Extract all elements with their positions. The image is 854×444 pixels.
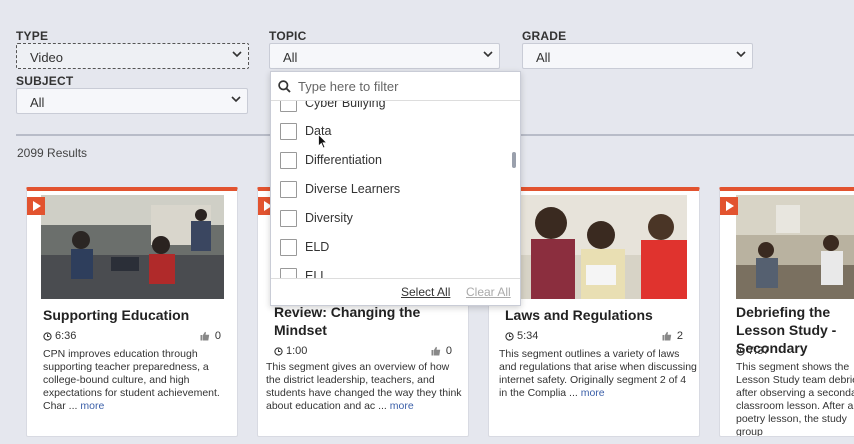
- topic-label: TOPIC: [269, 29, 307, 43]
- dropdown-scrollbar[interactable]: [512, 152, 516, 168]
- card-description: This segment shows the Lesson Study team…: [736, 361, 854, 437]
- topic-dropdown: Type here to filter Cyber Bullying Data …: [270, 71, 521, 306]
- play-icon: [720, 197, 738, 215]
- video-thumbnail[interactable]: [41, 195, 224, 299]
- subject-select[interactable]: All: [16, 88, 248, 114]
- card-likes[interactable]: 2: [662, 330, 683, 342]
- results-count: 2099 Results: [17, 146, 88, 160]
- topic-options-list[interactable]: Cyber Bullying Data Differentiation Dive…: [271, 101, 507, 279]
- card-title[interactable]: Supporting Education: [43, 306, 237, 324]
- grade-label: GRADE: [522, 29, 567, 43]
- likes-count: 0: [445, 345, 452, 357]
- video-card[interactable]: Debriefing the Lesson Study - Secondary …: [719, 187, 854, 437]
- topic-select-value: All: [283, 50, 298, 65]
- checkbox[interactable]: [280, 180, 297, 198]
- card-title[interactable]: Laws and Regulations: [505, 306, 699, 324]
- video-card[interactable]: Supporting Education 6:36 0 CPN improves…: [26, 187, 238, 437]
- type-select[interactable]: Video: [16, 43, 249, 69]
- card-duration: 5:34: [505, 330, 538, 342]
- description-text: This segment gives an overview of how th…: [266, 361, 462, 412]
- subject-label: SUBJECT: [16, 74, 74, 88]
- topic-select[interactable]: All: [269, 43, 500, 69]
- likes-count: 0: [214, 330, 221, 342]
- play-icon: [27, 197, 45, 215]
- checkbox[interactable]: [280, 151, 297, 169]
- clock-icon: [505, 331, 514, 341]
- clock-icon: [43, 331, 52, 341]
- topic-option[interactable]: Diversity: [280, 208, 353, 228]
- likes-count: 2: [676, 330, 683, 342]
- option-label: Diversity: [305, 211, 353, 225]
- checkbox[interactable]: [280, 101, 297, 112]
- select-all-link[interactable]: Select All: [401, 285, 450, 299]
- more-link[interactable]: more: [581, 387, 605, 399]
- grade-select-value: All: [536, 50, 551, 65]
- filter-placeholder: Type here to filter: [298, 78, 399, 94]
- topic-option[interactable]: Diverse Learners: [280, 179, 400, 199]
- checkbox[interactable]: [280, 122, 297, 140]
- checkbox[interactable]: [280, 238, 297, 256]
- description-text: This segment shows the Lesson Study team…: [736, 361, 854, 437]
- video-thumbnail[interactable]: [736, 195, 854, 299]
- clear-all-link[interactable]: Clear All: [466, 285, 511, 299]
- topic-option[interactable]: Differentiation: [280, 150, 382, 170]
- card-description: CPN improves education through supportin…: [43, 348, 233, 413]
- duration-text: 5:34: [517, 330, 539, 342]
- card-title[interactable]: Review: Changing the Mindset: [274, 303, 468, 339]
- option-label: ELD: [305, 240, 330, 254]
- option-label: Diverse Learners: [305, 182, 401, 196]
- topic-option[interactable]: ELD: [280, 237, 329, 257]
- chevron-down-icon: [483, 49, 493, 58]
- duration-text: 1:00: [286, 345, 308, 357]
- card-likes[interactable]: 0: [200, 330, 221, 342]
- duration-text: 6:36: [55, 330, 77, 342]
- card-description: This segment outlines a variety of laws …: [499, 348, 697, 400]
- grade-select[interactable]: All: [522, 43, 753, 69]
- clock-icon: [274, 346, 283, 356]
- chevron-down-icon: [232, 49, 242, 58]
- option-label: Cyber Bullying: [305, 101, 386, 110]
- subject-select-value: All: [30, 95, 45, 110]
- thumbs-up-icon: [431, 346, 441, 356]
- card-likes[interactable]: 0: [431, 345, 452, 357]
- chevron-down-icon: [231, 94, 241, 103]
- dropdown-footer: Select All Clear All: [271, 278, 520, 305]
- description-text: CPN improves education through supportin…: [43, 348, 220, 412]
- card-description: This segment gives an overview of how th…: [266, 361, 466, 413]
- thumbs-up-icon: [662, 331, 672, 341]
- topic-option[interactable]: Cyber Bullying: [280, 101, 386, 113]
- option-label: Differentiation: [305, 153, 382, 167]
- topic-filter-input[interactable]: Type here to filter: [271, 72, 520, 101]
- checkbox[interactable]: [280, 209, 297, 227]
- mouse-cursor-icon: [318, 134, 328, 149]
- chevron-down-icon: [736, 49, 746, 58]
- type-select-value: Video: [30, 50, 64, 65]
- card-duration: 1:00: [274, 345, 307, 357]
- duration-text: 7:37: [748, 345, 770, 357]
- type-label: TYPE: [16, 29, 49, 43]
- card-duration: 7:37: [736, 345, 769, 357]
- video-thumbnail[interactable]: [521, 195, 687, 299]
- more-link[interactable]: more: [80, 400, 104, 412]
- search-icon: [278, 79, 291, 93]
- more-link[interactable]: more: [390, 400, 414, 412]
- thumbs-up-icon: [200, 331, 210, 341]
- clock-icon: [736, 346, 745, 356]
- card-duration: 6:36: [43, 330, 76, 342]
